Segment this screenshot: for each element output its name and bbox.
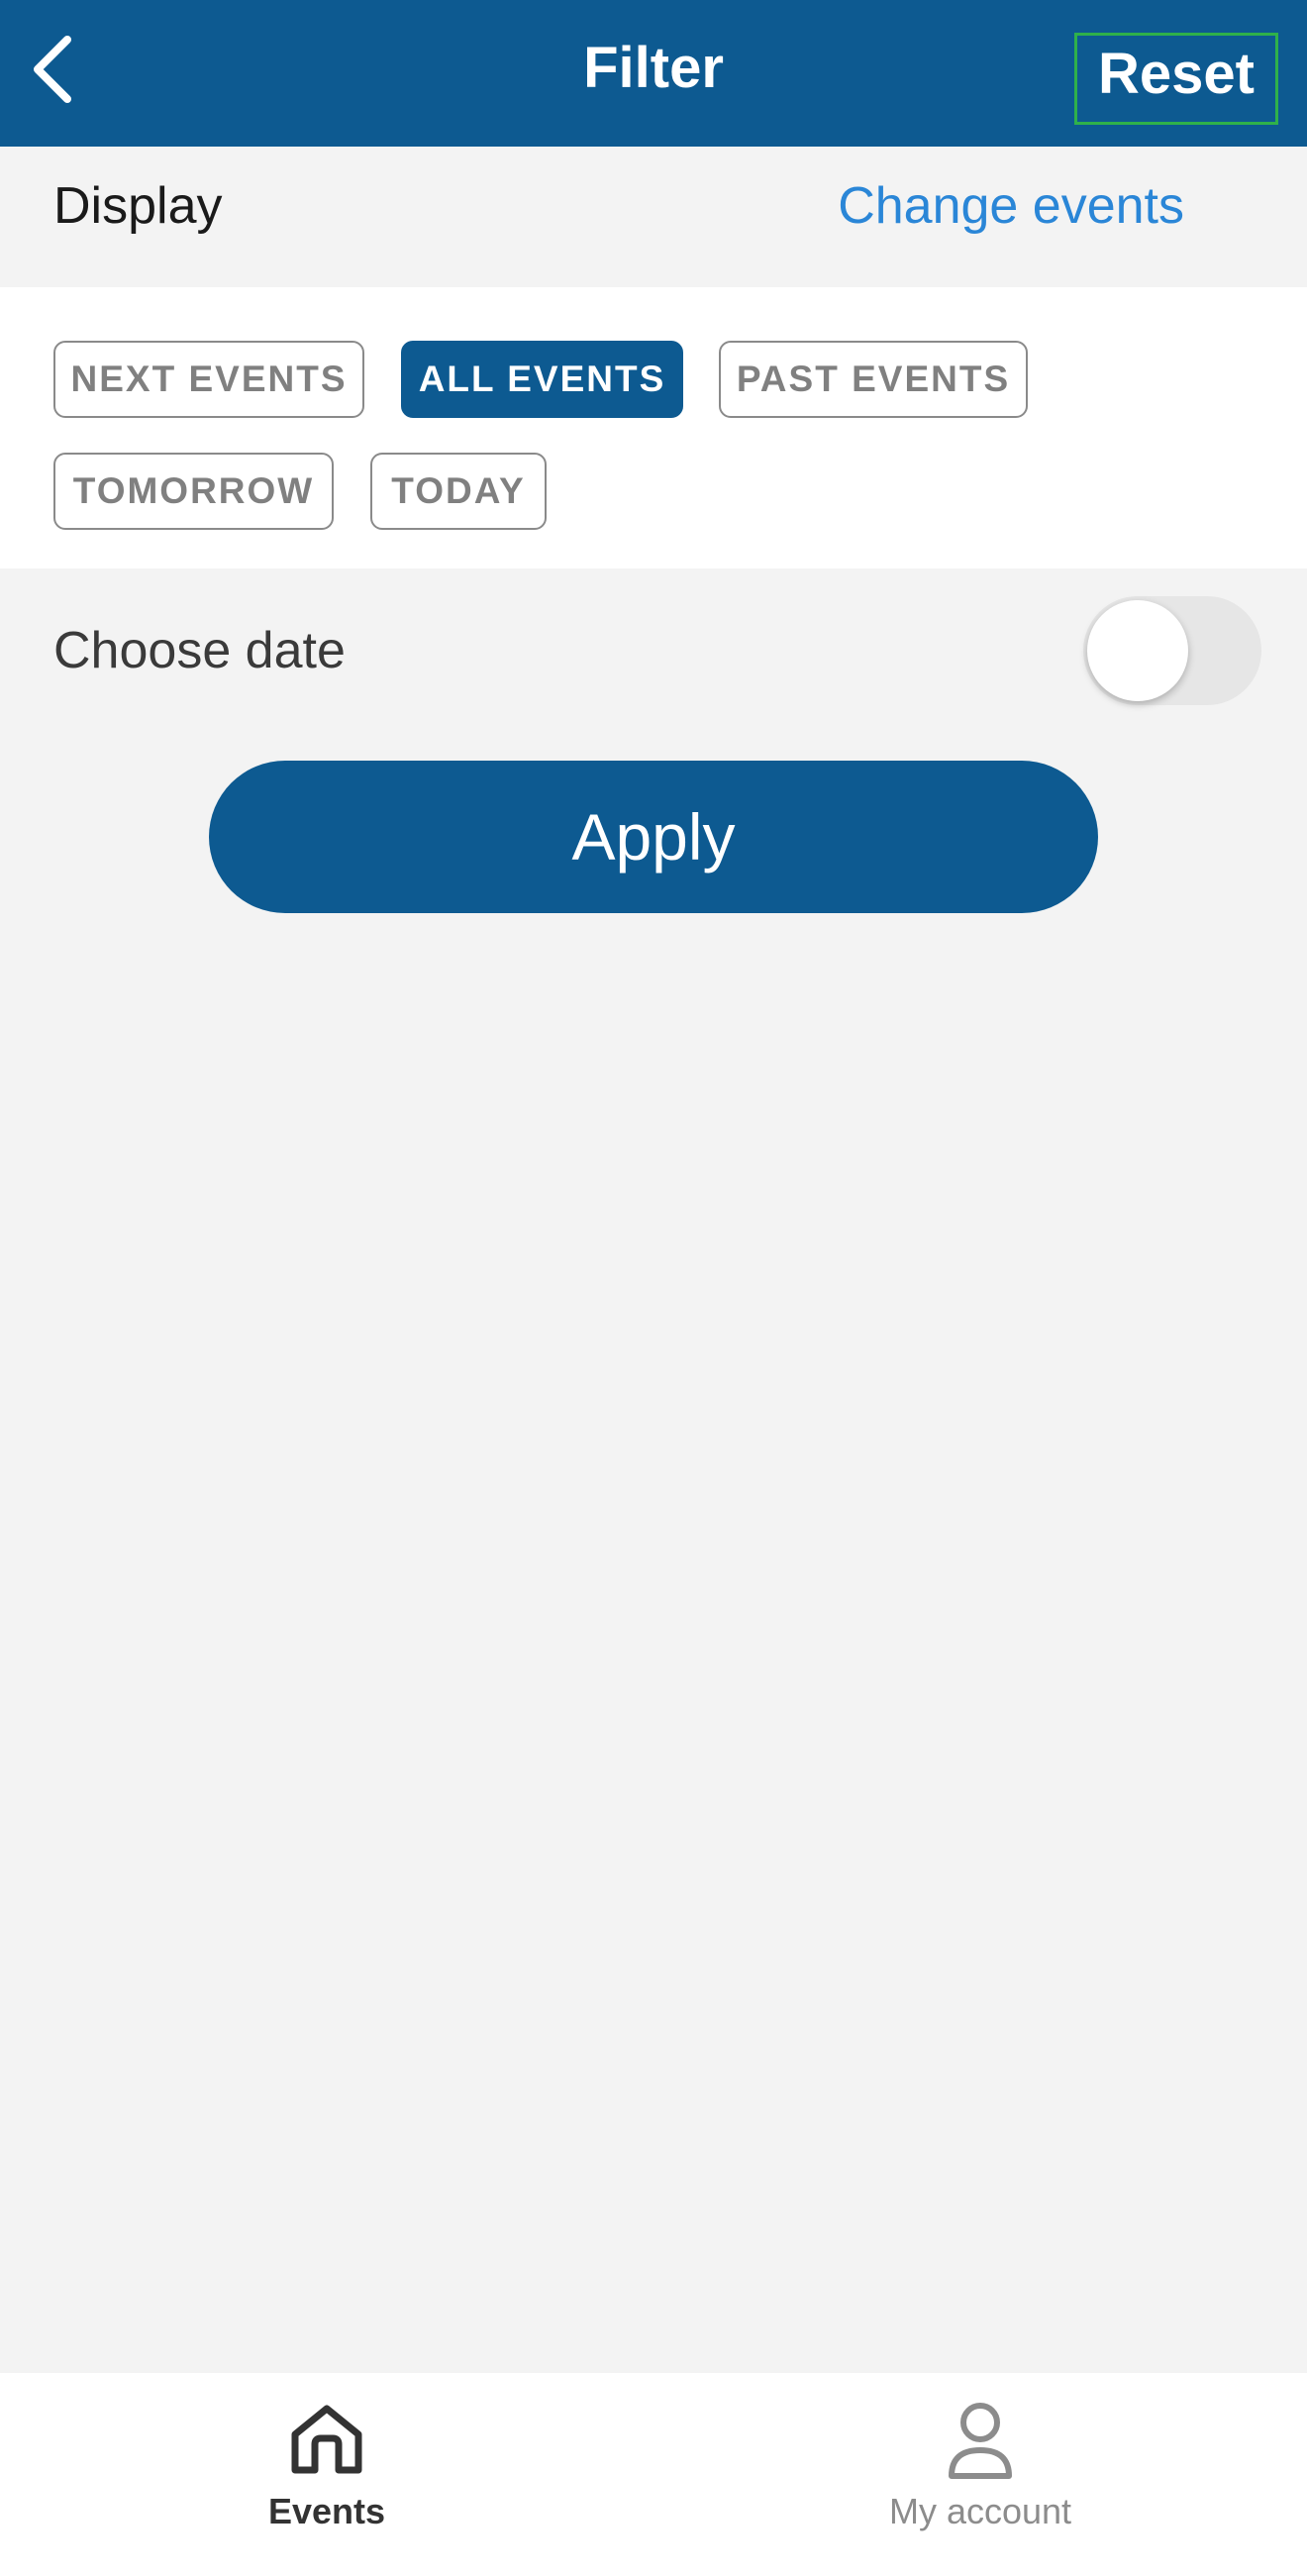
apply-button[interactable]: Apply bbox=[209, 761, 1098, 913]
chip-all-events[interactable]: ALL EVENTS bbox=[401, 341, 683, 418]
tab-events-label: Events bbox=[267, 2491, 386, 2531]
chip-past-events[interactable]: PAST EVENTS bbox=[719, 341, 1028, 418]
tab-my-account[interactable]: My account bbox=[654, 2373, 1307, 2576]
top-nav-bar: Filter Reset bbox=[0, 0, 1307, 147]
change-events-link[interactable]: Change events bbox=[838, 174, 1184, 238]
chip-today[interactable]: TODAY bbox=[370, 453, 547, 530]
display-label: Display bbox=[53, 177, 223, 235]
toggle-knob bbox=[1087, 600, 1188, 701]
tab-my-account-label: My account bbox=[888, 2491, 1072, 2531]
filter-chips-panel: NEXT EVENTS ALL EVENTS PAST EVENTS TOMOR… bbox=[0, 287, 1307, 568]
user-icon bbox=[949, 2403, 1012, 2479]
tab-events[interactable]: Events bbox=[0, 2373, 654, 2576]
home-icon bbox=[291, 2405, 362, 2474]
chip-next-events[interactable]: NEXT EVENTS bbox=[53, 341, 364, 418]
bottom-tab-bar: Events My account bbox=[0, 2373, 1307, 2576]
choose-date-toggle[interactable] bbox=[1083, 596, 1261, 705]
reset-button[interactable]: Reset bbox=[1074, 33, 1278, 125]
chip-tomorrow[interactable]: TOMORROW bbox=[53, 453, 334, 530]
display-section-header: Display Change events bbox=[0, 147, 1307, 287]
choose-date-label: Choose date bbox=[53, 622, 346, 679]
